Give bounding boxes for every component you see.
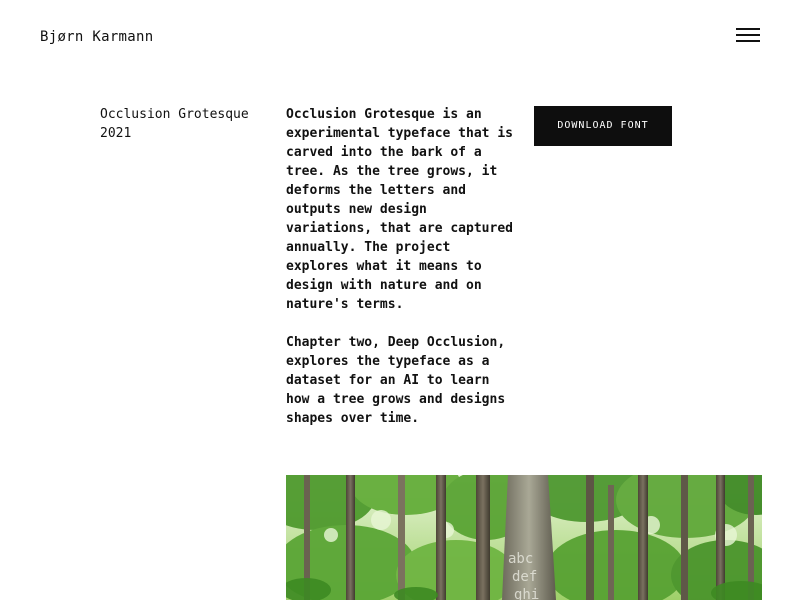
menu-button[interactable] xyxy=(733,24,763,46)
carved-line-3: ghi xyxy=(514,587,539,600)
project-year: 2021 xyxy=(100,126,132,141)
carved-line-1: abc xyxy=(508,551,533,567)
download-font-button[interactable]: DOWNLOAD FONT xyxy=(534,106,672,146)
carved-line-2: def xyxy=(512,569,537,585)
site-title[interactable]: Bjørn Karmann xyxy=(40,28,153,46)
tree-photo-illustration: abc def ghi xyxy=(286,475,762,600)
project-description: Occlusion Grotesque is an experimental t… xyxy=(286,105,518,447)
project-meta: Occlusion Grotesque 2021 xyxy=(100,105,270,143)
description-paragraph-1: Occlusion Grotesque is an experimental t… xyxy=(286,107,513,312)
description-paragraph-2: Chapter two, Deep Occlusion, explores th… xyxy=(286,335,506,426)
tree-photo: abc def ghi xyxy=(286,475,762,600)
project-name: Occlusion Grotesque xyxy=(100,107,249,122)
